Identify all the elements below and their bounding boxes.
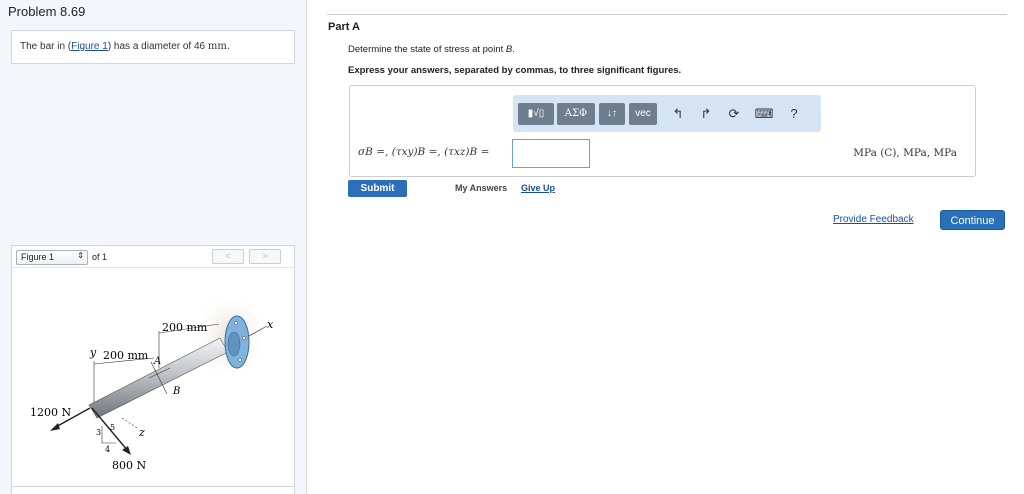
dimension-left-label: 200 mm xyxy=(103,349,149,362)
z-axis-label: z xyxy=(138,426,145,439)
next-figure-button[interactable]: > xyxy=(249,249,281,264)
continue-button[interactable]: Continue xyxy=(940,210,1005,230)
answer-input[interactable] xyxy=(512,139,590,168)
question-text: Determine the state of stress at point B… xyxy=(348,44,515,55)
question-start: Determine the state of stress at point xyxy=(348,44,506,55)
slope-3-label: 3 xyxy=(96,428,101,437)
arrows-button[interactable]: ↓↑ xyxy=(599,103,625,125)
figure-select-value: Figure 1 xyxy=(21,252,55,262)
z-axis-line xyxy=(121,417,138,429)
problem-title: Problem 8.69 xyxy=(8,4,86,19)
figure-link[interactable]: Figure 1 xyxy=(71,41,108,52)
undo-icon[interactable]: ↰ xyxy=(667,104,689,124)
template-button[interactable]: ▮√▯ xyxy=(518,103,554,125)
answer-box: ▮√▯ ΑΣΦ ↓↑ vec ↰ ↱ ⟳ ⌨ ? σB =, (τxy)B =,… xyxy=(349,85,976,177)
redo-icon[interactable]: ↱ xyxy=(695,104,717,124)
instruction-text: Express your answers, separated by comma… xyxy=(348,65,682,76)
prev-figure-button[interactable]: < xyxy=(212,249,244,264)
x-axis-label: x xyxy=(267,318,274,331)
reset-icon[interactable]: ⟳ xyxy=(723,104,745,124)
slope-4-label: 4 xyxy=(105,445,110,454)
figure-count: of 1 xyxy=(92,252,108,262)
math-toolbar: ▮√▯ ΑΣΦ ↓↑ vec ↰ ↱ ⟳ ⌨ ? xyxy=(513,95,821,132)
y-axis-label: y xyxy=(89,346,97,359)
select-caret-icon: ⇕ xyxy=(77,251,84,260)
answer-equation: σB =, (τxy)B =, (τxz)B = xyxy=(358,146,490,158)
point-b-label: B xyxy=(172,386,180,397)
my-answers-link[interactable]: My Answers xyxy=(455,183,507,193)
keyboard-icon[interactable]: ⌨ xyxy=(753,104,775,124)
help-icon[interactable]: ? xyxy=(783,104,805,124)
provide-feedback-link[interactable]: Provide Feedback xyxy=(833,214,914,225)
point-a-label: A xyxy=(153,356,161,367)
greek-button[interactable]: ΑΣΦ xyxy=(557,103,595,125)
answer-units: MPa (C), MPa, MPa xyxy=(853,147,957,159)
force-horizontal-label: 1200 N xyxy=(30,406,71,419)
dimension-top-label: 200 mm xyxy=(162,321,208,334)
figure-footer xyxy=(11,487,295,494)
bar-figure-illustration: x 200 mm y 200 mm A B 1200 N 800 N 3 4 5… xyxy=(30,288,274,472)
vec-button[interactable]: vec xyxy=(629,103,657,125)
force-diagonal-label: 800 N xyxy=(112,459,146,472)
submit-button[interactable]: Submit xyxy=(348,180,407,197)
intro-text-start: The bar in ( xyxy=(20,41,72,52)
part-divider xyxy=(327,14,1007,15)
slope-5-label: 5 xyxy=(110,423,115,432)
figure-select[interactable]: Figure 1 ⇕ xyxy=(16,250,88,265)
left-pane: Problem 8.69 The bar in (Figure 1) has a… xyxy=(0,0,307,494)
figure-header: Figure 1 ⇕ of 1 < > xyxy=(11,245,295,267)
part-label: Part A xyxy=(328,21,360,33)
intro-text-end: ) has a diameter of 46 xyxy=(107,41,206,52)
figure-canvas: x 200 mm y 200 mm A B 1200 N 800 N 3 4 5… xyxy=(11,267,295,487)
intro-unit: mm. xyxy=(207,41,231,52)
problem-intro: The bar in (Figure 1) has a diameter of … xyxy=(11,30,295,64)
question-end: . xyxy=(512,44,515,55)
give-up-link[interactable]: Give Up xyxy=(521,183,555,193)
